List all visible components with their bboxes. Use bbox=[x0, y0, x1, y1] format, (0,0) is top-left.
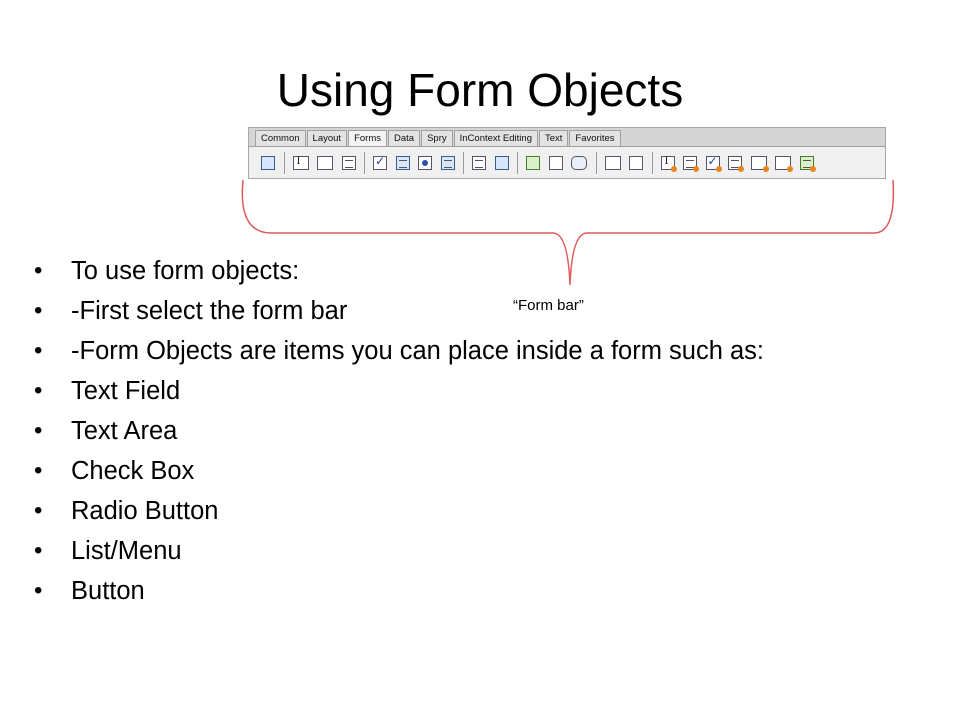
list-item: • Text Area bbox=[34, 411, 764, 451]
bullet-text: Text Field bbox=[71, 377, 181, 405]
jump-menu-icon[interactable] bbox=[494, 155, 509, 170]
image-field-icon[interactable] bbox=[526, 155, 540, 170]
spry-confirm-icon[interactable] bbox=[775, 155, 793, 172]
bullet-text: Radio Button bbox=[71, 497, 219, 525]
toolbar-separator bbox=[651, 151, 653, 174]
bullet-dot: • bbox=[34, 257, 43, 284]
label-icon[interactable] bbox=[604, 155, 621, 170]
bullet-dot: • bbox=[34, 577, 43, 604]
slide-title: Using Form Objects bbox=[276, 64, 684, 116]
toolbar-separator bbox=[517, 151, 518, 174]
bullet-text: List/Menu bbox=[71, 537, 182, 565]
bullet-dot: • bbox=[34, 377, 43, 404]
list-menu-icon[interactable] bbox=[472, 155, 486, 170]
file-field-icon[interactable] bbox=[548, 155, 563, 170]
spry-select-icon[interactable] bbox=[728, 155, 744, 172]
list-item: • -First select the form bar bbox=[34, 291, 764, 331]
toolbar-tabs: Common Layout Forms Data Spry InContext … bbox=[255, 130, 622, 147]
list-item: • Check Box bbox=[34, 451, 764, 491]
tab-common[interactable]: Common bbox=[255, 130, 306, 146]
bullet-text: Text Area bbox=[71, 417, 178, 445]
tab-data[interactable]: Data bbox=[388, 130, 421, 146]
bullet-dot: • bbox=[34, 537, 43, 564]
spry-password-icon[interactable] bbox=[750, 155, 769, 172]
toolbar-icon-row bbox=[249, 146, 885, 178]
tab-favorites[interactable]: Favorites bbox=[569, 130, 621, 146]
tab-incontext-editing[interactable]: InContext Editing bbox=[453, 130, 538, 146]
spry-text-field-icon[interactable] bbox=[660, 155, 677, 172]
tab-layout[interactable]: Layout bbox=[306, 130, 348, 146]
spry-radio-group-icon[interactable] bbox=[799, 155, 816, 172]
spry-textarea-icon[interactable] bbox=[683, 155, 699, 172]
radio-button-icon[interactable] bbox=[418, 155, 432, 170]
checkbox-group-icon[interactable] bbox=[395, 155, 410, 170]
tab-spry[interactable]: Spry bbox=[421, 130, 453, 146]
hidden-field-icon[interactable] bbox=[317, 155, 333, 170]
bullet-text: Check Box bbox=[71, 457, 195, 485]
bullet-list: • To use form objects: • -First select the… bbox=[34, 251, 764, 611]
bullet-dot: • bbox=[34, 457, 43, 484]
toolbar-separator bbox=[364, 151, 365, 174]
toolbar-separator bbox=[463, 151, 464, 174]
list-item: • List/Menu bbox=[34, 531, 764, 571]
bullet-text: -Form Objects are items you can place in… bbox=[71, 337, 765, 365]
bullet-dot: • bbox=[34, 497, 43, 524]
checkbox-icon[interactable] bbox=[373, 154, 387, 170]
button-icon[interactable] bbox=[571, 155, 587, 170]
spry-checkbox-icon[interactable] bbox=[705, 154, 722, 172]
text-field-icon[interactable] bbox=[292, 155, 309, 170]
toolbar-separator bbox=[283, 151, 285, 174]
bullet-dot: • bbox=[34, 417, 43, 444]
radio-group-icon[interactable] bbox=[440, 155, 455, 170]
fieldset-icon[interactable] bbox=[629, 155, 643, 170]
list-item: • To use form objects: bbox=[34, 251, 764, 291]
tab-forms[interactable]: Forms bbox=[348, 130, 387, 147]
list-item: • Text Field bbox=[34, 371, 764, 411]
bullet-text: To use form objects: bbox=[71, 257, 300, 285]
list-item: • -Form Objects are items you can place i… bbox=[34, 331, 764, 371]
bullet-text: Button bbox=[71, 577, 145, 605]
bullet-text: -First select the form bar bbox=[71, 297, 348, 325]
form-icon[interactable] bbox=[261, 155, 275, 170]
list-item: • Button bbox=[34, 571, 764, 611]
tab-text[interactable]: Text bbox=[538, 130, 569, 146]
textarea-icon[interactable] bbox=[341, 155, 356, 170]
forms-toolbar: Common Layout Forms Data Spry InContext … bbox=[248, 127, 886, 179]
list-item: • Radio Button bbox=[34, 491, 764, 531]
bullet-dot: • bbox=[34, 297, 43, 324]
toolbar-separator bbox=[595, 151, 597, 174]
bullet-dot: • bbox=[34, 337, 43, 364]
